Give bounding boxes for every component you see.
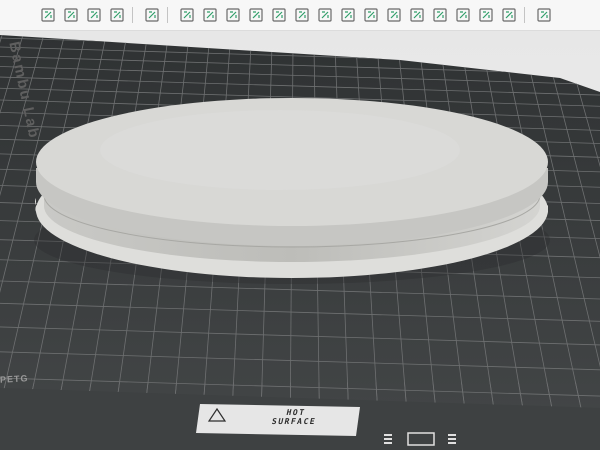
- frame-view-icon[interactable]: [407, 432, 435, 446]
- scale-button[interactable]: [223, 5, 243, 25]
- view-controls[interactable]: [382, 430, 472, 446]
- hot-text-line-1: HOT: [285, 408, 307, 417]
- boolean-icon: [410, 8, 424, 22]
- toolbar-separator: [524, 7, 525, 23]
- toolbar-separator: [167, 7, 168, 23]
- add-cube-icon: [41, 8, 55, 22]
- cut-icon: [249, 8, 263, 22]
- boolean-button[interactable]: [407, 5, 427, 25]
- move-icon: [180, 8, 194, 22]
- scale-icon: [226, 8, 240, 22]
- fdm-supports-icon: [479, 8, 493, 22]
- top-toolbar: [0, 0, 600, 31]
- support-paint-button[interactable]: [315, 5, 335, 25]
- grid-arrange-button[interactable]: [61, 5, 81, 25]
- add-cube-button[interactable]: [38, 5, 58, 25]
- edit-icon: [502, 8, 516, 22]
- copy-button[interactable]: [269, 5, 289, 25]
- hot-text-line-2: SURFACE: [270, 417, 318, 426]
- move-button[interactable]: [177, 5, 197, 25]
- hot-surface-text: HOT SURFACE: [238, 408, 352, 426]
- text-icon: [341, 8, 355, 22]
- assembly-icon: [387, 8, 401, 22]
- support-paint-icon: [318, 8, 332, 22]
- variable-layer-button[interactable]: [430, 5, 450, 25]
- copy-icon: [272, 8, 286, 22]
- seam-icon: [456, 8, 470, 22]
- paint-icon: [295, 8, 309, 22]
- grid-arrange-icon: [64, 8, 78, 22]
- model-top-highlight: [100, 110, 460, 190]
- edit-button[interactable]: [499, 5, 519, 25]
- plate-layout-button[interactable]: [107, 5, 127, 25]
- rotate-icon: [203, 8, 217, 22]
- plate-surface-type: PETG: [0, 373, 29, 385]
- orient-button[interactable]: [84, 5, 104, 25]
- cut-button[interactable]: [246, 5, 266, 25]
- measure-button[interactable]: [361, 5, 381, 25]
- split-button[interactable]: [142, 5, 162, 25]
- fdm-supports-button[interactable]: [476, 5, 496, 25]
- seam-button[interactable]: [453, 5, 473, 25]
- slicer-window: Bambu Lab PETG HOT SURFACE: [0, 0, 600, 450]
- orient-icon: [87, 8, 101, 22]
- measure-icon: [364, 8, 378, 22]
- split-icon: [145, 8, 159, 22]
- assembly-button[interactable]: [384, 5, 404, 25]
- rotate-button[interactable]: [200, 5, 220, 25]
- plate-layout-icon: [110, 8, 124, 22]
- 3d-viewport[interactable]: [0, 0, 600, 450]
- paint-button[interactable]: [292, 5, 312, 25]
- layer-up-icon[interactable]: [384, 434, 392, 444]
- layer-down-icon[interactable]: [448, 434, 456, 444]
- round-model[interactable]: [34, 98, 550, 284]
- toolbar-separator: [132, 7, 133, 23]
- view-settings-button[interactable]: [534, 5, 554, 25]
- view-settings-icon: [537, 8, 551, 22]
- variable-layer-icon: [433, 8, 447, 22]
- text-button[interactable]: [338, 5, 358, 25]
